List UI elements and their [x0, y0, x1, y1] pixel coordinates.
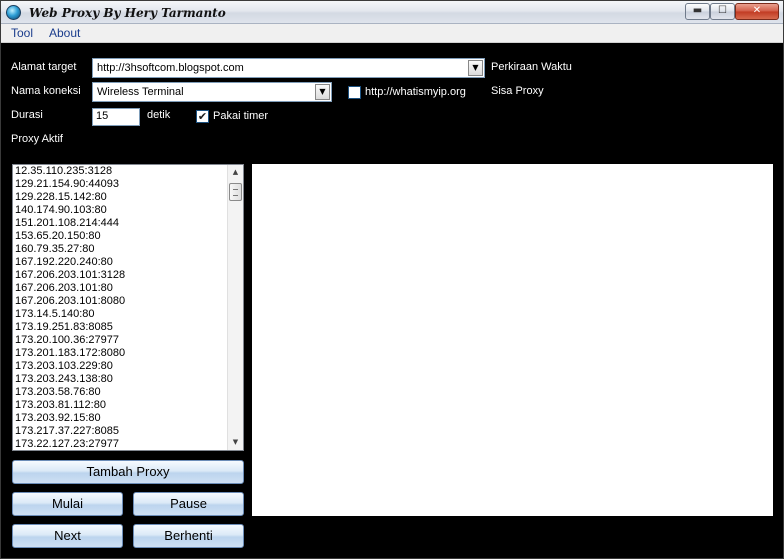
- globe-icon: [6, 5, 21, 20]
- duration-unit-label: detik: [147, 109, 171, 121]
- list-item[interactable]: 153.65.20.150:80: [13, 230, 227, 243]
- list-item[interactable]: 173.203.81.112:80: [13, 399, 227, 412]
- next-button[interactable]: Next: [12, 524, 123, 548]
- window-title: Web Proxy By Hery Tarmanto: [29, 6, 226, 20]
- remaining-proxy-label: Sisa Proxy: [491, 85, 544, 97]
- pause-button[interactable]: Pause: [133, 492, 244, 516]
- start-button[interactable]: Mulai: [12, 492, 123, 516]
- stop-button[interactable]: Berhenti: [133, 524, 244, 548]
- chevron-down-icon[interactable]: ▼: [468, 60, 483, 76]
- title-bar[interactable]: Web Proxy By Hery Tarmanto ▬ ☐ ✕: [1, 1, 783, 24]
- proxy-items: 12.35.110.235:3128 129.21.154.90:44093 129…: [13, 165, 227, 450]
- use-timer-checkbox[interactable]: ✔: [196, 110, 209, 123]
- scrollbar-thumb[interactable]: [229, 183, 242, 201]
- list-item[interactable]: 173.20.100.36:27977: [13, 334, 227, 347]
- use-timer-label: Pakai timer: [213, 110, 269, 122]
- list-item[interactable]: 167.192.220.240:80: [13, 256, 227, 269]
- list-item[interactable]: 167.206.203.101:80: [13, 282, 227, 295]
- scroll-up-icon[interactable]: ▲: [228, 165, 243, 180]
- duration-input[interactable]: 15: [92, 108, 140, 126]
- list-item[interactable]: 173.22.127.23:27977: [13, 438, 227, 450]
- connection-name-value: Wireless Terminal: [97, 86, 184, 98]
- whatismyip-checkbox[interactable]: [348, 86, 361, 99]
- chevron-down-icon[interactable]: ▼: [315, 84, 330, 100]
- list-item[interactable]: 167.206.203.101:3128: [13, 269, 227, 282]
- browser-view[interactable]: [252, 164, 773, 516]
- estimated-time-label: Perkiraan Waktu: [491, 61, 572, 73]
- connection-name-label: Nama koneksi: [11, 85, 81, 97]
- list-item[interactable]: 173.217.37.227:8085: [13, 425, 227, 438]
- list-item[interactable]: 173.201.183.172:8080: [13, 347, 227, 360]
- add-proxy-button[interactable]: Tambah Proxy: [12, 460, 244, 484]
- target-address-combo[interactable]: http://3hsoftcom.blogspot.com ▼: [92, 58, 485, 78]
- scroll-down-icon[interactable]: ▼: [228, 435, 243, 450]
- menu-bar: Tool About: [1, 24, 783, 43]
- list-item[interactable]: 151.201.108.214:444: [13, 217, 227, 230]
- app-window: Web Proxy By Hery Tarmanto ▬ ☐ ✕ Tool Ab…: [0, 0, 784, 559]
- list-item[interactable]: 129.21.154.90:44093: [13, 178, 227, 191]
- list-item[interactable]: 173.203.92.15:80: [13, 412, 227, 425]
- list-item[interactable]: 140.174.90.103:80: [13, 204, 227, 217]
- list-item[interactable]: 129.228.15.142:80: [13, 191, 227, 204]
- maximize-button[interactable]: ☐: [710, 3, 735, 20]
- proxy-list[interactable]: 12.35.110.235:3128 129.21.154.90:44093 129…: [12, 164, 244, 451]
- menu-tool[interactable]: Tool: [11, 26, 33, 40]
- list-item[interactable]: 160.79.35.27:80: [13, 243, 227, 256]
- list-item[interactable]: 173.203.103.229:80: [13, 360, 227, 373]
- list-item[interactable]: 173.19.251.83:8085: [13, 321, 227, 334]
- list-item[interactable]: 173.203.58.76:80: [13, 386, 227, 399]
- connection-name-combo[interactable]: Wireless Terminal ▼: [92, 82, 332, 102]
- list-item[interactable]: 167.206.203.101:8080: [13, 295, 227, 308]
- proxy-list-scrollbar[interactable]: ▲ ▼: [227, 165, 243, 450]
- target-address-label: Alamat target: [11, 61, 77, 73]
- menu-about[interactable]: About: [49, 26, 80, 40]
- active-proxy-label: Proxy Aktif: [11, 133, 63, 145]
- list-item[interactable]: 173.14.5.140:80: [13, 308, 227, 321]
- list-item[interactable]: 173.203.243.138:80: [13, 373, 227, 386]
- minimize-button[interactable]: ▬: [685, 3, 710, 20]
- target-address-value: http://3hsoftcom.blogspot.com: [97, 62, 244, 74]
- close-button[interactable]: ✕: [735, 3, 779, 20]
- whatismyip-label: http://whatismyip.org: [365, 86, 466, 98]
- list-item[interactable]: 12.35.110.235:3128: [13, 165, 227, 178]
- duration-label: Durasi: [11, 109, 43, 121]
